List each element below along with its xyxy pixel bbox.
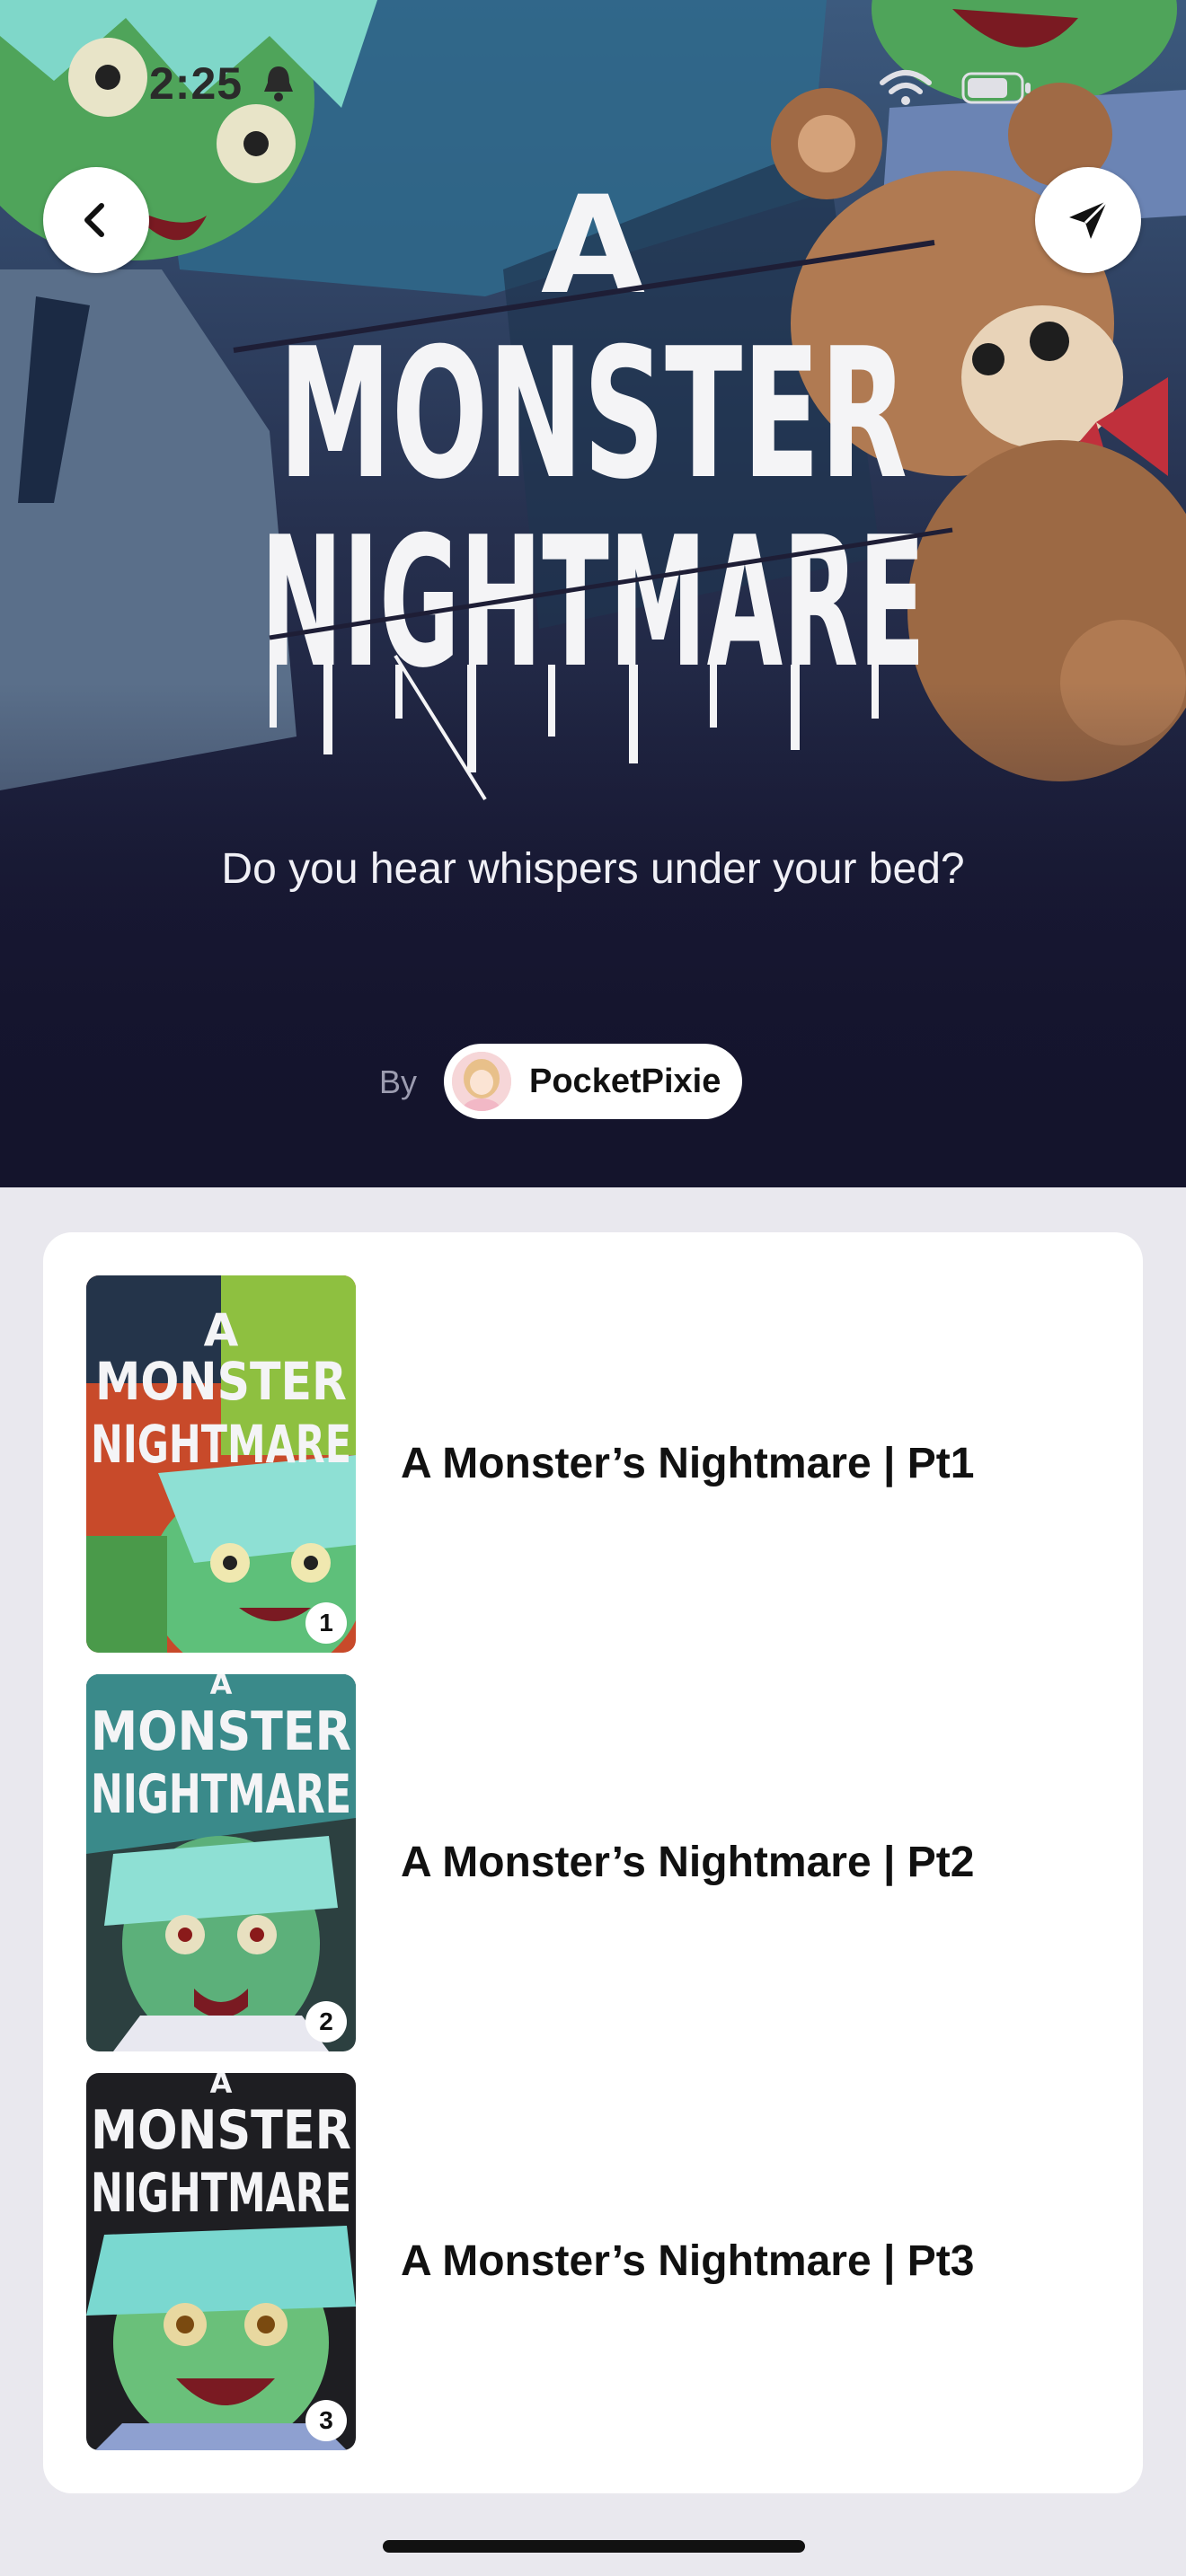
episode-item-3[interactable]: A MONSTER NIGHTMARE 3 A Monster’s Nightm… — [43, 2030, 1143, 2450]
title-line-3: NIGHTMARE — [261, 498, 925, 708]
episode-title: A Monster’s Nightmare | Pt3 — [401, 2237, 975, 2285]
episode-item-2[interactable]: A MONSTER NIGHTMARE 2 A Monster’s Nightm… — [43, 1631, 1143, 2051]
story-subtitle: Do you hear whispers under your bed? — [221, 845, 965, 893]
episode-number-badge: 3 — [305, 2400, 347, 2441]
hero-banner: 2:25 A MONSTER NIGHTMARE Do you hear whi… — [0, 0, 1186, 1187]
svg-text:MONSTER: MONSTER — [91, 1700, 351, 1763]
svg-text:A: A — [210, 1674, 233, 1701]
episode-cover: A MONSTER NIGHTMARE 2 — [86, 1674, 356, 2051]
episode-title: A Monster’s Nightmare | Pt2 — [401, 1839, 975, 1886]
svg-text:MONSTER: MONSTER — [91, 2099, 351, 2162]
episode-cover: A MONSTER NIGHTMARE 1 — [86, 1275, 356, 1653]
bell-icon — [264, 66, 293, 101]
home-indicator[interactable] — [383, 2540, 805, 2553]
author-chip[interactable]: PocketPixie — [444, 1044, 742, 1119]
svg-text:A: A — [204, 1304, 239, 1356]
svg-text:NIGHTMARE: NIGHTMARE — [91, 1763, 351, 1826]
title-line-2: MONSTER — [279, 310, 907, 519]
svg-text:MONSTER: MONSTER — [95, 1351, 347, 1412]
status-time: 2:25 — [149, 58, 243, 109]
episode-item-1[interactable]: A MONSTER NIGHTMARE 1 A Monster’s Nightm… — [43, 1232, 1143, 1653]
story-title-logo: A MONSTER NIGHTMARE — [233, 168, 953, 801]
author-name: PocketPixie — [529, 1062, 721, 1100]
episode-list: A MONSTER NIGHTMARE 1 A Monster’s Nightm… — [43, 1232, 1143, 2493]
author-avatar — [452, 1052, 511, 1111]
svg-text:NIGHTMARE: NIGHTMARE — [91, 1414, 351, 1475]
svg-text:NIGHTMARE: NIGHTMARE — [91, 2162, 351, 2225]
svg-text:A: A — [210, 2073, 233, 2100]
episode-cover: A MONSTER NIGHTMARE 3 — [86, 2073, 356, 2450]
battery-icon — [961, 72, 1031, 104]
wifi-icon — [880, 70, 932, 105]
episode-title: A Monster’s Nightmare | Pt1 — [401, 1440, 975, 1487]
by-label: By — [379, 1063, 418, 1100]
